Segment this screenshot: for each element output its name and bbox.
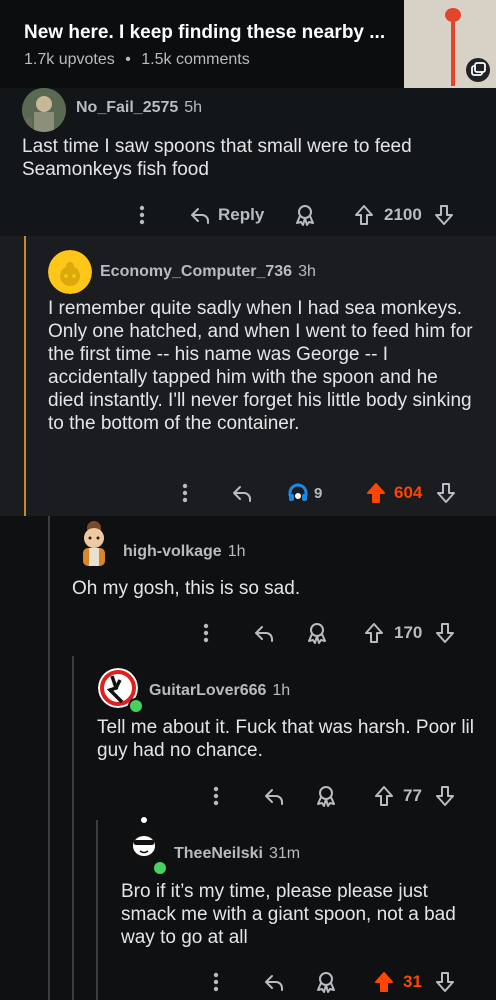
upvote-button[interactable]: [362, 619, 386, 647]
downvote-arrow-icon: [436, 786, 454, 806]
reply-arrow-icon: [265, 789, 283, 805]
upvote-count: 1.7k upvotes: [24, 51, 115, 68]
downvote-button[interactable]: [432, 201, 456, 229]
downvote-button[interactable]: [433, 619, 457, 647]
comment-age: 1h: [227, 543, 246, 560]
reply-button[interactable]: [262, 968, 286, 996]
comment-author[interactable]: Economy_Computer_736 3h: [100, 263, 316, 281]
more-vertical-icon[interactable]: [137, 201, 147, 229]
comment-actions: 31: [0, 968, 496, 996]
author-name[interactable]: high-volkage: [123, 543, 222, 560]
upvote-arrow-icon: [375, 786, 393, 806]
award-icon[interactable]: [314, 968, 338, 996]
award-icon[interactable]: [314, 782, 338, 810]
reply-button[interactable]: [262, 782, 286, 810]
reply-arrow-icon: [191, 208, 209, 224]
comment-body: Tell me about it. Fuck that was harsh. P…: [97, 717, 474, 761]
downvote-arrow-icon: [436, 972, 454, 992]
comment-age: 1h: [272, 682, 291, 699]
nested-thread: high-volkage 1h Oh my gosh, this is so sa…: [0, 516, 496, 1000]
thread-line[interactable]: [24, 236, 26, 516]
comment-author[interactable]: No_Fail_2575 5h: [76, 99, 202, 117]
author-name[interactable]: GuitarLover666: [149, 682, 266, 699]
spoon-bowl: [445, 8, 461, 22]
comment-count: 1.5k comments: [141, 51, 250, 68]
upvote-button[interactable]: [372, 782, 396, 810]
comment-body: Bro if it’s my time, please please just …: [121, 881, 456, 948]
thread-line[interactable]: [72, 656, 74, 1000]
online-indicator: [128, 698, 144, 714]
upvote-button[interactable]: [364, 479, 388, 507]
post-header[interactable]: New here. I keep finding these nearby ..…: [0, 0, 496, 88]
post-meta: 1.7k upvotes • 1.5k comments: [24, 51, 250, 69]
avatar[interactable]: [48, 250, 92, 294]
score: 604: [394, 483, 423, 502]
reply-button[interactable]: Reply: [188, 201, 264, 229]
post-thumbnail[interactable]: [404, 0, 496, 88]
comment-body: I remember quite sadly when I had sea mo…: [48, 298, 473, 434]
reply-button[interactable]: [252, 619, 276, 647]
downvote-button[interactable]: [433, 968, 457, 996]
headphones-award-icon: [288, 483, 308, 501]
upvote-button[interactable]: [372, 968, 396, 996]
downvote-button[interactable]: [433, 782, 457, 810]
downvote-arrow-icon: [436, 623, 454, 643]
comment-actions: 170: [0, 619, 496, 647]
score: 170: [394, 623, 423, 642]
downvote-arrow-icon: [435, 205, 453, 225]
upvote-arrow-icon: [355, 205, 373, 225]
avatar[interactable]: [22, 88, 66, 132]
more-vertical-icon[interactable]: [211, 782, 221, 810]
comment-actions: 9 604: [0, 479, 496, 507]
reply-arrow-icon: [265, 975, 283, 991]
author-name[interactable]: Economy_Computer_736: [100, 263, 292, 280]
gallery-icon: [466, 58, 490, 82]
upvote-arrow-icon: [375, 972, 393, 992]
award-count: 9: [314, 484, 323, 502]
reply-button[interactable]: [230, 479, 254, 507]
downvote-button[interactable]: [434, 479, 458, 507]
comment-no-fail-2575: No_Fail_2575 5h Last time I saw spoons th…: [0, 88, 496, 236]
upvote-arrow-icon: [367, 483, 385, 503]
comment-actions: 77: [0, 782, 496, 810]
score: 77: [403, 786, 422, 805]
comment-author[interactable]: TheeNeilski 31m: [174, 845, 300, 863]
comment-body: Last time I saw spoons that small were t…: [22, 136, 412, 180]
comment-economy-computer-736: Economy_Computer_736 3h I remember quite …: [0, 236, 496, 516]
upvote-button[interactable]: [352, 201, 376, 229]
more-vertical-icon[interactable]: [211, 968, 221, 996]
post-title[interactable]: New here. I keep finding these nearby ..…: [24, 22, 384, 44]
author-name[interactable]: No_Fail_2575: [76, 99, 178, 116]
comment-author[interactable]: high-volkage 1h: [123, 543, 245, 561]
more-vertical-icon[interactable]: [201, 619, 211, 647]
comment-age: 5h: [184, 99, 203, 116]
reply-arrow-icon: [255, 626, 273, 642]
score: 31: [403, 972, 422, 991]
online-indicator: [152, 860, 168, 876]
upvote-arrow-icon: [365, 623, 383, 643]
author-name[interactable]: TheeNeilski: [174, 845, 263, 862]
reply-label: Reply: [218, 205, 265, 224]
reply-arrow-icon: [233, 486, 251, 502]
comment-body: Oh my gosh, this is so sad.: [72, 578, 301, 599]
meta-separator: •: [125, 51, 131, 68]
award-badge[interactable]: 9: [286, 479, 322, 507]
award-icon[interactable]: [305, 619, 329, 647]
comment-age: 3h: [298, 263, 316, 280]
spoon-handle: [451, 16, 455, 86]
more-vertical-icon[interactable]: [180, 479, 190, 507]
comment-actions: Reply 2100: [0, 201, 496, 229]
score: 2100: [384, 205, 422, 224]
thread-line[interactable]: [48, 516, 50, 1000]
downvote-arrow-icon: [437, 483, 455, 503]
comment-age: 31m: [268, 845, 301, 862]
comment-author[interactable]: GuitarLover666 1h: [149, 682, 290, 700]
avatar[interactable]: [74, 518, 114, 568]
award-icon[interactable]: [293, 201, 317, 229]
